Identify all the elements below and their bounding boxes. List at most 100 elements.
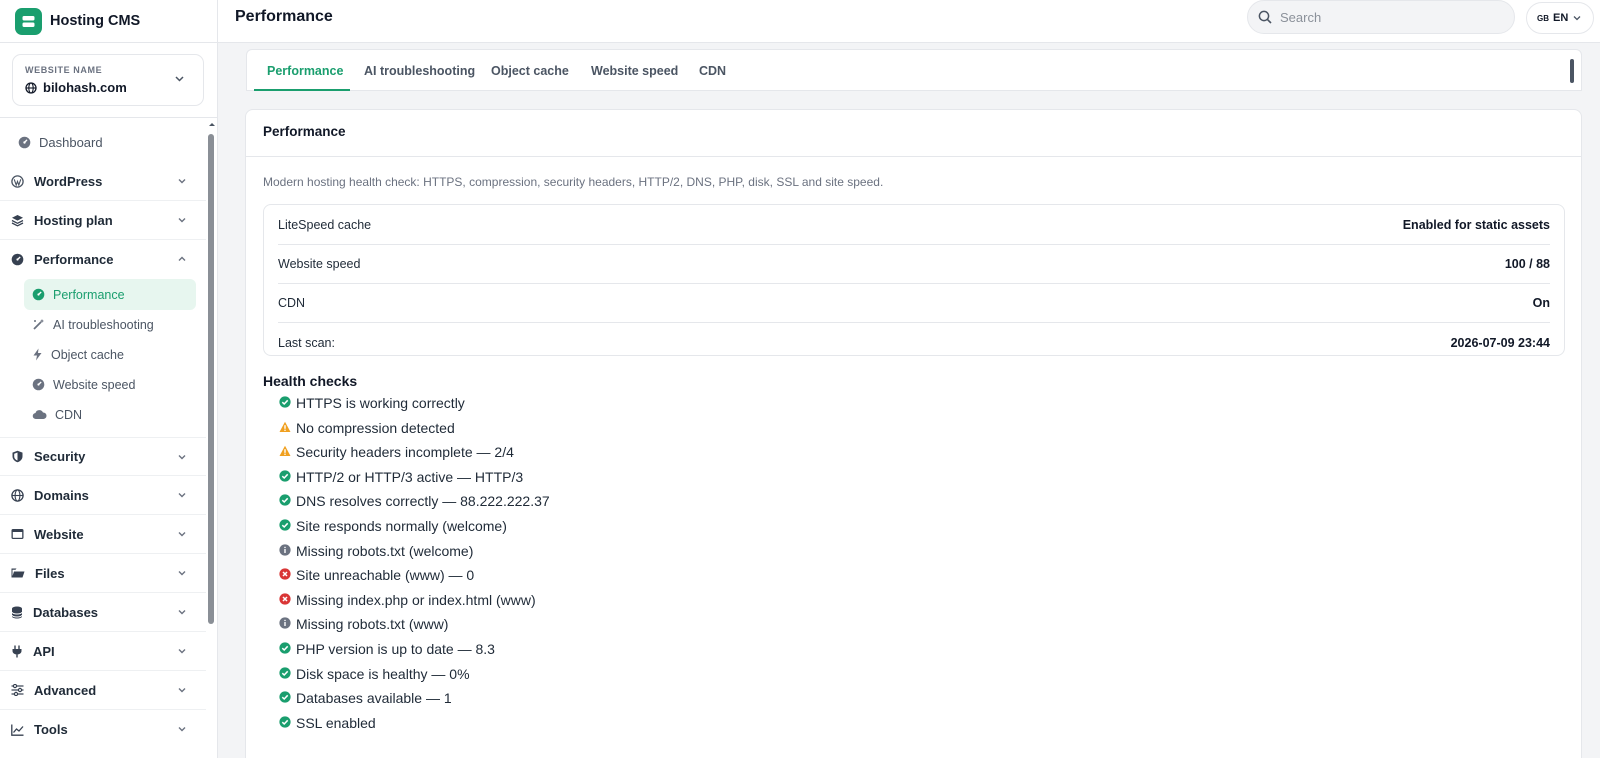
scroll-up-icon[interactable] — [207, 120, 217, 128]
sidebar-item-tools[interactable]: Tools — [0, 710, 206, 749]
card-description: Modern hosting health check: HTTPS, comp… — [263, 175, 884, 189]
sidebar-item-domains[interactable]: Domains — [0, 476, 206, 515]
health-check-item: Missing index.php or index.html (www) — [279, 591, 779, 613]
health-checks-title: Health checks — [263, 373, 358, 389]
health-check-item: PHP version is up to date — 8.3 — [279, 640, 779, 662]
chevron-down-icon — [178, 493, 186, 498]
sidebar-scroll-thumb[interactable] — [208, 134, 214, 624]
sidebar-item-files[interactable]: Files — [0, 554, 206, 593]
wordpress-icon — [11, 174, 24, 188]
check-circle-icon — [279, 493, 291, 506]
sidebar-item-databases[interactable]: Databases — [0, 593, 206, 632]
health-check-item: SSL enabled — [279, 714, 779, 736]
sidebar-item-performance[interactable]: Performance — [0, 240, 206, 279]
plug-icon — [12, 645, 22, 657]
search-input[interactable] — [1280, 9, 1500, 25]
health-check-text: Databases available — 1 — [296, 690, 452, 707]
tab-ai-troubleshooting[interactable]: AI troubleshooting — [364, 50, 475, 92]
error-circle-icon — [279, 592, 291, 605]
sliders-icon — [11, 684, 24, 696]
shield-icon — [12, 450, 23, 463]
dashboard-icon — [18, 136, 31, 148]
sidebar-divider — [0, 117, 218, 118]
sidebar-item-dashboard[interactable]: Dashboard — [18, 133, 103, 151]
health-check-item: DNS resolves correctly — 88.222.222.37 — [279, 492, 779, 514]
tab-cdn[interactable]: CDN — [699, 50, 726, 92]
warning-triangle-icon — [279, 444, 291, 457]
sidebar-subitem-performance[interactable]: Performance — [24, 279, 196, 310]
search-box[interactable] — [1247, 0, 1515, 34]
health-check-item: Security headers incomplete — 2/4 — [279, 443, 779, 465]
gauge-icon — [32, 378, 45, 391]
browser-icon — [11, 529, 24, 539]
layers-icon — [11, 214, 24, 227]
page-title: Performance — [235, 8, 333, 25]
brand[interactable]: Hosting CMS — [0, 0, 217, 43]
chevron-down-icon — [178, 688, 186, 693]
sidebar-subitem-ai-troubleshooting[interactable]: AI troubleshooting — [24, 309, 196, 340]
website-name: bilohash.com — [43, 80, 127, 95]
health-check-text: HTTPS is working correctly — [296, 395, 465, 411]
sidebar-item-api[interactable]: API — [0, 632, 206, 671]
health-check-item: Missing robots.txt (welcome) — [279, 542, 779, 564]
check-circle-icon — [279, 518, 291, 531]
summary-row-litespeed: LiteSpeed cache Enabled for static asset… — [278, 206, 1550, 245]
check-circle-icon — [279, 715, 291, 728]
health-check-item: Disk space is healthy — 0% — [279, 665, 779, 687]
gb-flag-icon: GB — [1537, 13, 1549, 23]
chevron-down-icon — [178, 532, 186, 537]
app-title: Hosting CMS — [50, 13, 141, 29]
health-check-text: DNS resolves correctly — 88.222.222.37 — [296, 493, 550, 510]
top-header: Performance GB EN — [218, 0, 1600, 43]
health-check-item: Missing robots.txt (www) — [279, 615, 779, 637]
health-check-item: Site responds normally (welcome) — [279, 517, 779, 539]
globe-icon — [11, 488, 24, 502]
sidebar-subitem-website-speed[interactable]: Website speed — [24, 369, 196, 400]
check-circle-icon — [279, 395, 291, 408]
performance-summary: LiteSpeed cache Enabled for static asset… — [263, 204, 1565, 356]
check-circle-icon — [279, 469, 291, 482]
summary-row-last-scan: Last scan: 2026-07-09 23:44 — [278, 335, 1550, 350]
health-check-text: Missing robots.txt (www) — [296, 616, 449, 633]
sidebar-subitem-cdn[interactable]: CDN — [24, 399, 196, 430]
summary-row-website-speed: Website speed 100 / 88 — [278, 245, 1550, 284]
summary-row-cdn: CDN On — [278, 284, 1550, 323]
folder-icon — [11, 568, 25, 578]
tabs-scrollbar[interactable] — [1570, 59, 1574, 83]
check-circle-icon — [279, 641, 291, 654]
chevron-down-icon — [175, 76, 184, 82]
database-icon — [11, 606, 23, 618]
performance-tabs: Performance AI troubleshooting Object ca… — [246, 49, 1582, 91]
health-check-text: Site unreachable (www) — 0 — [296, 567, 475, 584]
sidebar-item-advanced[interactable]: Advanced — [0, 671, 206, 710]
chevron-down-icon — [178, 610, 186, 615]
language-selector[interactable]: GB EN — [1526, 2, 1594, 34]
cloud-icon — [32, 410, 47, 420]
chart-icon — [11, 724, 24, 736]
health-check-item: HTTP/2 or HTTP/3 active — HTTP/3 — [279, 468, 779, 490]
tab-performance[interactable]: Performance — [267, 50, 343, 92]
sidebar-subitem-object-cache[interactable]: Object cache — [24, 339, 196, 370]
health-check-text: SSL enabled — [296, 714, 376, 731]
health-check-text: Security headers incomplete — 2/4 — [296, 444, 514, 461]
bolt-icon — [33, 348, 42, 361]
check-circle-icon — [279, 666, 291, 679]
health-check-item: Databases available — 1 — [279, 689, 779, 711]
chevron-down-icon — [1573, 16, 1581, 21]
tab-website-speed[interactable]: Website speed — [591, 50, 678, 92]
health-check-text: Disk space is healthy — 0% — [296, 665, 470, 682]
sidebar-item-hosting-plan[interactable]: Hosting plan — [0, 201, 206, 240]
website-selector[interactable]: WEBSITE NAME bilohash.com — [12, 54, 204, 106]
globe-icon — [25, 81, 37, 94]
sidebar-item-security[interactable]: Security — [0, 437, 206, 476]
chevron-down-icon — [178, 571, 186, 576]
hosting-logo-icon — [15, 7, 42, 35]
warning-triangle-icon — [279, 420, 291, 432]
tab-object-cache[interactable]: Object cache — [491, 50, 569, 92]
chevron-down-icon — [178, 455, 186, 460]
sidebar-item-website[interactable]: Website — [0, 515, 206, 554]
health-check-text: Site responds normally (welcome) — [296, 518, 507, 534]
health-check-text: PHP version is up to date — 8.3 — [296, 641, 495, 657]
website-caption: WEBSITE NAME — [25, 65, 103, 75]
sidebar-item-wordpress[interactable]: WordPress — [0, 162, 206, 201]
